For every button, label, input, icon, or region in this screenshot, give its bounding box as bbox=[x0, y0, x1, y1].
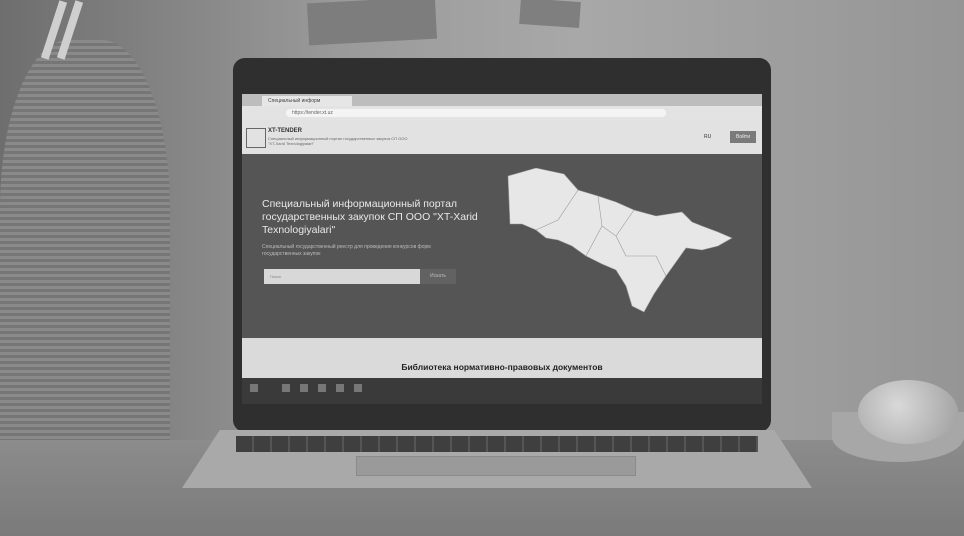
hero-subtitle: Специальный государственный реестр для п… bbox=[262, 244, 431, 257]
search-button[interactable]: Искать bbox=[420, 269, 456, 284]
address-bar[interactable]: https://tender.xt.uz bbox=[286, 109, 666, 117]
uzbekistan-map bbox=[507, 167, 733, 313]
brand-subtitle: Специальный информационный портал госуда… bbox=[268, 136, 408, 146]
logo-icon[interactable] bbox=[246, 128, 266, 148]
brand-name[interactable]: XT-TENDER bbox=[268, 128, 302, 134]
taskbar-app-icon[interactable] bbox=[300, 384, 308, 392]
wall-frame bbox=[519, 0, 581, 29]
laptop-screen: Специальный информ https://tender.xt.uz … bbox=[242, 94, 762, 404]
trackpad bbox=[356, 456, 636, 476]
login-button[interactable]: Войти bbox=[730, 131, 756, 143]
library-title: Библиотека нормативно-правовых документо… bbox=[401, 362, 603, 372]
browser-tab[interactable]: Специальный информ bbox=[262, 96, 352, 106]
vase bbox=[0, 40, 170, 460]
start-icon[interactable] bbox=[250, 384, 258, 392]
language-selector[interactable]: RU bbox=[704, 134, 711, 140]
library-section bbox=[242, 338, 762, 378]
wall-frame bbox=[306, 0, 438, 46]
search-input[interactable]: Поиск bbox=[264, 269, 420, 284]
keyboard bbox=[236, 436, 758, 452]
taskbar-app-icon[interactable] bbox=[318, 384, 326, 392]
hero-title: Специальный информационный портал госуда… bbox=[262, 198, 478, 236]
bread-roll bbox=[858, 380, 958, 444]
taskbar-app-icon[interactable] bbox=[354, 384, 362, 392]
taskbar-app-icon[interactable] bbox=[282, 384, 290, 392]
taskbar-app-icon[interactable] bbox=[336, 384, 344, 392]
map-shape bbox=[507, 167, 733, 313]
